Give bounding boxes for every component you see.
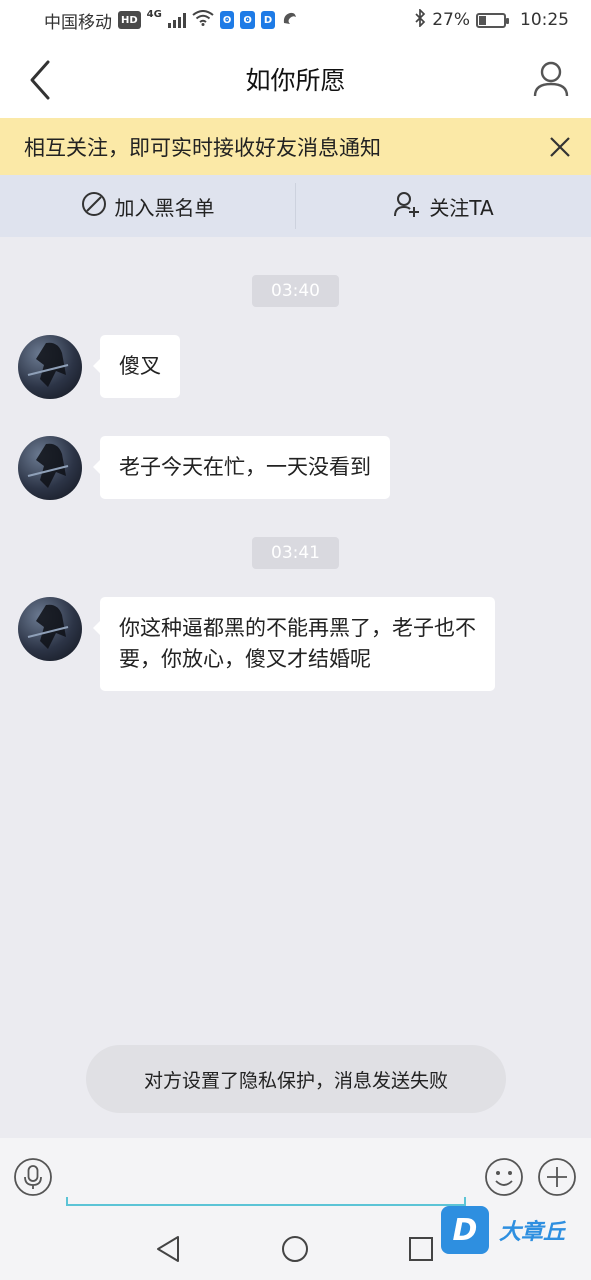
follow-button[interactable]: 关注TA xyxy=(296,175,591,237)
carrier-label: 中国移动 xyxy=(44,12,112,33)
battery-percent: 27% xyxy=(432,10,470,30)
plus-icon xyxy=(537,1158,577,1201)
cell-signal-icon xyxy=(167,12,186,28)
status-right: 27% 10:25 xyxy=(414,7,569,32)
nav-recent-apps-button[interactable] xyxy=(404,1232,438,1266)
message-input[interactable] xyxy=(66,1160,466,1206)
add-to-blacklist-label: 加入黑名单 xyxy=(114,195,215,220)
message-bubble[interactable]: 老子今天在忙，一天没看到 xyxy=(93,436,390,499)
status-bar: 中国移动 HD 4G ʘ ʘ D 27% 10:25 xyxy=(0,0,591,40)
watermark: D 大章丘 xyxy=(441,1205,591,1255)
square-recents-icon xyxy=(404,1237,438,1270)
nav-home-button[interactable] xyxy=(278,1232,312,1266)
message-text: 傻叉 xyxy=(119,354,161,378)
input-underline-cap-left xyxy=(66,1197,68,1206)
watermark-logo-icon: D xyxy=(441,1206,489,1254)
uc-browser-icon xyxy=(281,9,299,32)
network-type-label: 4G xyxy=(146,8,162,20)
avatar[interactable] xyxy=(18,436,82,500)
avatar-figure-icon xyxy=(27,604,69,649)
watermark-text: 大章丘 xyxy=(499,1220,566,1245)
dazhangqiu-app-icon: D xyxy=(260,11,276,29)
message-text: 你这种逼都黑的不能再黑了，老子也不要，你放心，傻叉才结婚呢 xyxy=(119,616,476,671)
microphone-icon xyxy=(13,1158,53,1201)
wifi-icon xyxy=(192,9,214,31)
message-text: 老子今天在忙，一天没看到 xyxy=(119,455,371,479)
add-user-icon xyxy=(393,190,421,223)
message-bubble[interactable]: 傻叉 xyxy=(93,335,180,398)
bluetooth-icon xyxy=(414,7,426,32)
avatar-figure-icon xyxy=(27,342,69,387)
message-row: 老子今天在忙，一天没看到 xyxy=(18,436,390,500)
voice-input-button[interactable] xyxy=(13,1157,53,1197)
page-title: 如你所愿 xyxy=(245,66,346,95)
emoji-button[interactable] xyxy=(484,1157,524,1197)
follow-label: 关注TA xyxy=(429,195,494,220)
circle-home-icon xyxy=(278,1236,312,1270)
nav-back-button[interactable] xyxy=(152,1232,186,1266)
app-notification-icon: ʘ xyxy=(219,11,235,29)
battery-icon xyxy=(476,12,509,28)
avatar[interactable] xyxy=(18,335,82,399)
status-left: 中国移动 HD 4G ʘ ʘ D xyxy=(44,8,299,33)
clock-time: 10:25 xyxy=(520,10,569,30)
notice-text: 相互关注，即可实时接收好友消息通知 xyxy=(24,135,381,160)
close-icon xyxy=(543,137,577,169)
smiley-icon xyxy=(484,1158,524,1201)
chat-header: 如你所愿 xyxy=(0,40,591,118)
avatar[interactable] xyxy=(18,597,82,661)
hd-badge: HD xyxy=(118,11,141,29)
add-to-blacklist-button[interactable]: 加入黑名单 xyxy=(0,175,295,237)
profile-button[interactable] xyxy=(531,58,571,102)
message-row: 傻叉 xyxy=(18,335,180,399)
person-icon xyxy=(531,61,571,106)
send-failed-toast: 对方设置了隐私保护，消息发送失败 xyxy=(86,1045,506,1113)
message-timestamp: 03:40 xyxy=(252,275,339,307)
notice-close-button[interactable] xyxy=(543,130,577,164)
message-timestamp: 03:41 xyxy=(252,537,339,569)
block-icon xyxy=(81,191,107,222)
message-row: 你这种逼都黑的不能再黑了，老子也不要，你放心，傻叉才结婚呢 xyxy=(18,597,495,691)
triangle-back-icon xyxy=(152,1236,186,1270)
message-bubble[interactable]: 你这种逼都黑的不能再黑了，老子也不要，你放心，傻叉才结婚呢 xyxy=(93,597,495,691)
avatar-figure-icon xyxy=(27,443,69,488)
chevron-left-icon xyxy=(22,60,62,106)
follow-notice-banner: 相互关注，即可实时接收好友消息通知 xyxy=(0,118,591,175)
more-options-button[interactable] xyxy=(537,1157,577,1197)
toast-text: 对方设置了隐私保护，消息发送失败 xyxy=(143,1069,448,1092)
action-bar: 加入黑名单 关注TA xyxy=(0,175,591,237)
back-button[interactable] xyxy=(22,58,62,102)
watermark-logo-letter: D xyxy=(452,1212,478,1248)
app-notification-icon-2: ʘ xyxy=(240,11,255,29)
